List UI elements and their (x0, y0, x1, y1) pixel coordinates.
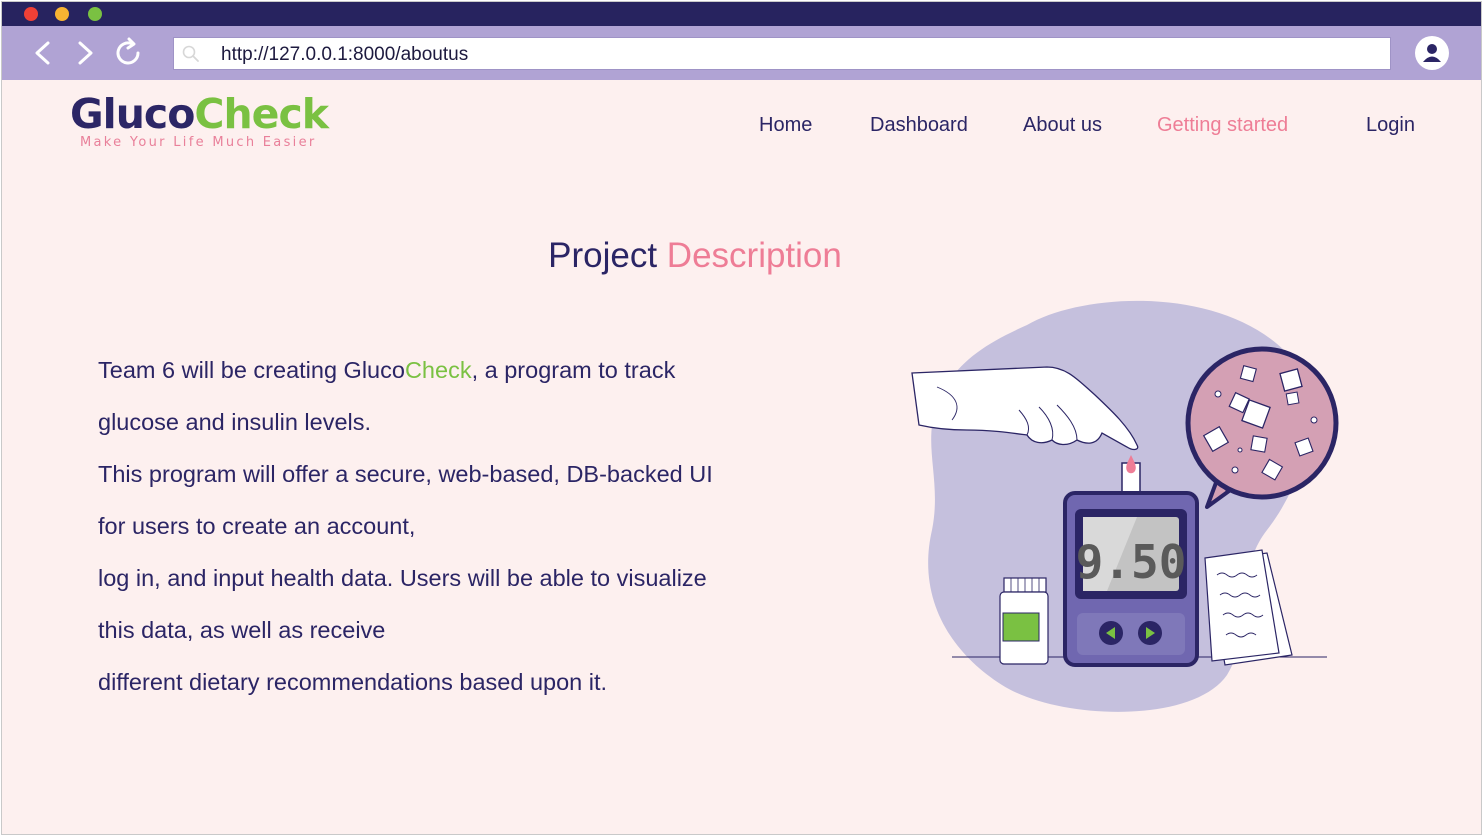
nav-about-us[interactable]: About us (1023, 114, 1102, 137)
description-text: Team 6 will be creating Gluco (98, 357, 405, 383)
meter-reading: 9.50 (1076, 535, 1187, 589)
user-profile-icon[interactable] (1415, 36, 1449, 70)
back-arrow-icon[interactable] (26, 35, 62, 71)
nav-login[interactable]: Login (1366, 114, 1415, 137)
description-line-1: Team 6 will be creating GlucoCheck, a pr… (98, 344, 818, 396)
logo-wordmark: GlucoCheck (70, 90, 329, 138)
glucose-meter-illustration: 9.50 (911, 300, 1339, 712)
description-line-2: glucose and insulin levels. (98, 409, 372, 435)
logo-tagline: Make Your Life Much Easier (80, 135, 317, 150)
nav-getting-started[interactable]: Getting started (1157, 114, 1288, 137)
search-icon (182, 45, 199, 62)
pill-bottle-icon (999, 577, 1049, 665)
browser-window: http://127.0.0.1:8000/aboutus GlucoCheck… (1, 1, 1482, 835)
description-text: , a program to track (471, 357, 676, 383)
glucose-meter-icon: 9.50 (1063, 491, 1199, 667)
window-titlebar (2, 2, 1481, 26)
forward-arrow-icon[interactable] (66, 35, 102, 71)
nav-dashboard[interactable]: Dashboard (870, 114, 968, 137)
description-highlight: Check (404, 357, 472, 383)
title-project: Project (548, 236, 658, 275)
description-line-3: This program will offer a secure, web-ba… (98, 461, 713, 487)
description-line-4: for users to create an account, (98, 513, 416, 539)
page-title: Project Description (2, 236, 1388, 276)
maximize-window-dot[interactable] (88, 7, 102, 21)
close-window-dot[interactable] (24, 7, 38, 21)
description-line-6: this data, as well as receive (98, 617, 386, 643)
minimize-window-dot[interactable] (55, 7, 69, 21)
report-papers-icon (1204, 549, 1293, 666)
description-line-5: log in, and input health data. Users wil… (98, 565, 707, 591)
reload-icon[interactable] (110, 35, 146, 71)
browser-toolbar: http://127.0.0.1:8000/aboutus (2, 26, 1481, 80)
url-text[interactable]: http://127.0.0.1:8000/aboutus (221, 44, 468, 66)
description-line-7: different dietary recommendations based … (98, 669, 608, 695)
title-description: Description (666, 236, 842, 275)
project-description: Team 6 will be creating GlucoCheck, a pr… (98, 344, 818, 708)
address-bar[interactable]: http://127.0.0.1:8000/aboutus (173, 37, 1391, 70)
nav-home[interactable]: Home (759, 114, 812, 137)
site-logo[interactable]: GlucoCheck Make Your Life Much Easier (70, 90, 329, 150)
logo-gluco: Gluco (70, 90, 195, 138)
logo-check: Check (194, 90, 329, 138)
